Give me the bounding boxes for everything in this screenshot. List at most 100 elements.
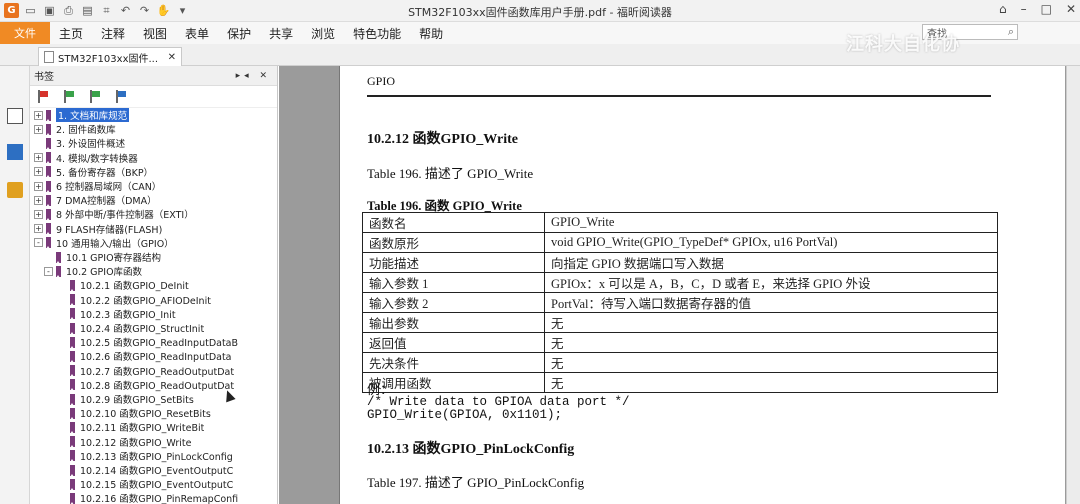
bookmark-marker-icon [70,308,75,321]
pages-panel-icon[interactable] [7,144,23,160]
collapse-node-icon[interactable]: - [44,266,53,276]
bookmark-label: 10.2.4 函数GPIO_StructInit [80,324,205,335]
bookmark-item[interactable]: 10.2.6 函数GPIO_ReadInputData [58,349,232,363]
bookmark-item[interactable]: 10.2.10 函数GPIO_ResetBits [58,406,211,420]
table-cell-key: 函数原形 [362,232,545,253]
bookmark-label: 7 DMA控制器（DMA） [56,196,157,208]
menu-share[interactable]: 共享 [260,25,302,42]
bookmark-marker-icon [70,322,75,335]
bookmark-item[interactable]: +2. 固件函数库 [34,122,116,136]
bookmark-item[interactable]: 10.2.16 函数GPIO_PinRemapConfi [58,491,238,504]
window-title: STM32F103xx固件函数库用户手册.pdf - 福昕阅读器 [408,6,672,19]
bookmarks-panel-icon[interactable] [7,108,23,124]
section-title-gpio-write: 10.2.12 函数GPIO_Write [367,132,519,147]
bookmark-label: 10.2.10 函数GPIO_ResetBits [80,409,211,421]
bookmark-marker-icon [46,109,51,122]
bookmark-item[interactable]: 10.2.1 函数GPIO_DeInit [58,278,189,292]
bookmark-item[interactable]: 10.2.8 函数GPIO_ReadOutputDat [58,378,234,392]
menu-protect[interactable]: 保护 [218,25,260,42]
tree-leaf-connector [58,324,67,333]
menu-form[interactable]: 表单 [176,25,218,42]
bookmark-label: 10.2.1 函数GPIO_DeInit [80,281,189,293]
title-bar: G ▭ ▣ ⎙ ▤ ⌗ ↶ ↷ ✋ ▾ STM32F103xx固件函数库用户手册… [0,0,1080,22]
ribbon-toggle-icon[interactable]: ⌂ [999,2,1007,16]
expand-node-icon[interactable]: + [34,209,43,219]
bookmark-item[interactable]: - 10 通用输入/输出（GPIO） [34,236,174,250]
menu-home[interactable]: 主页 [50,25,92,42]
bookmark-item[interactable]: 10.2.2 函数GPIO_AFIODeInit [58,293,211,307]
expand-node-icon[interactable]: + [34,224,43,234]
window-controls: ⌂ – □ ✕ [999,2,1076,16]
table-cell-key: 输出参数 [362,312,545,333]
bookmark-marker-icon [46,223,51,236]
bookmark-item[interactable]: 10.2.5 函数GPIO_ReadInputDataB [58,335,238,349]
menu-comment[interactable]: 注释 [92,25,134,42]
panel-collapse-icon[interactable]: ▸◂ ✕ [236,71,271,81]
bookmark-item[interactable]: 10.2.3 函数GPIO_Init [58,307,176,321]
bookmark-item[interactable]: 10.1 GPIO寄存器结构 [44,250,161,264]
expand-node-icon[interactable]: + [34,110,43,120]
menu-features[interactable]: 特色功能 [344,25,410,42]
bookmark-marker-icon [56,251,61,264]
tree-leaf-connector [58,352,67,361]
table-cell-key: 先决条件 [362,352,545,373]
tab-close-icon[interactable]: ✕ [168,52,176,63]
bookmark-marker-icon [70,421,75,434]
bookmark-item[interactable]: 10.2.11 函数GPIO_WriteBit [58,420,204,434]
bookmarks-panel-title: 书签 [34,72,54,83]
table-cell-value: 无 [544,372,998,393]
expand-node-icon[interactable]: + [34,124,43,134]
minimize-icon[interactable]: – [1021,2,1027,16]
vertical-scrollbar[interactable] [1066,66,1080,504]
tree-leaf-connector [58,338,67,347]
bookmark-item[interactable]: 10.2.9 函数GPIO_SetBits [58,392,194,406]
bookmark-item[interactable]: - 10.2 GPIO库函数 [44,264,142,278]
collapse-node-icon[interactable]: - [34,238,43,248]
bookmark-item[interactable]: +4. 模拟/数字转换器 [34,151,138,165]
tree-leaf-connector [58,281,67,290]
document-tab[interactable]: STM32F103xx固件... ✕ [38,47,182,66]
bookmark-item[interactable]: +7 DMA控制器（DMA） [34,193,157,207]
menu-help[interactable]: 帮助 [410,25,452,42]
tree-leaf-connector [34,139,43,148]
delete-bookmark-icon[interactable] [38,90,50,103]
tree-leaf-connector [58,409,67,418]
bookmark-item[interactable]: 10.2.12 函数GPIO_Write [58,435,191,449]
tree-leaf-connector [44,253,53,262]
expand-node-icon[interactable]: + [34,195,43,205]
tree-leaf-connector [58,451,67,460]
close-icon[interactable]: ✕ [1066,2,1076,16]
comments-panel-icon[interactable] [7,182,23,198]
menu-browse[interactable]: 浏览 [302,25,344,42]
bookmark-item[interactable]: 10.2.13 函数GPIO_PinLockConfig [58,449,233,463]
bookmark-item[interactable]: 10.2.15 函数GPIO_EventOutputC [58,477,233,491]
search-icon[interactable]: ⌕ [1008,25,1014,39]
bookmark-marker-icon [70,350,75,363]
bookmark-item[interactable]: 10.2.14 函数GPIO_EventOutputC [58,463,233,477]
expand-node-icon[interactable]: + [34,153,43,163]
header-divider [367,95,991,97]
add-child-bookmark-icon[interactable] [90,90,102,103]
bookmark-marker-icon [56,265,61,278]
maximize-icon[interactable]: □ [1041,2,1052,16]
add-bookmark-icon[interactable] [64,90,76,103]
expand-node-icon[interactable]: + [34,167,43,177]
expand-node-icon[interactable]: + [34,181,43,191]
bookmark-label: 10.2.13 函数GPIO_PinLockConfig [80,451,233,463]
bookmark-toolbar [30,86,277,108]
bookmark-item[interactable]: +6 控制器局域网（CAN） [34,179,161,193]
file-menu-button[interactable]: 文件 [0,22,50,44]
bookmark-item[interactable]: +5. 备份寄存器（BKP） [34,165,153,179]
table-cell-key: 返回值 [362,332,545,353]
bookmark-item[interactable]: 10.2.4 函数GPIO_StructInit [58,321,204,335]
table-cell-value: 无 [544,332,998,353]
bookmark-item[interactable]: 10.2.7 函数GPIO_ReadOutputDat [58,364,234,378]
menu-view[interactable]: 视图 [134,25,176,42]
bookmark-item[interactable]: 3. 外设固件概述 [34,136,125,150]
bookmark-item[interactable]: +1. 文档和库规范 [34,108,130,122]
bookmark-item[interactable]: +8 外部中断/事件控制器（EXTI） [34,207,194,221]
expand-bookmark-icon[interactable] [116,90,128,103]
bookmark-label: 10.2.9 函数GPIO_SetBits [80,395,194,406]
bookmark-marker-icon [46,152,51,165]
bookmark-item[interactable]: +9 FLASH存储器(FLASH) [34,222,162,236]
